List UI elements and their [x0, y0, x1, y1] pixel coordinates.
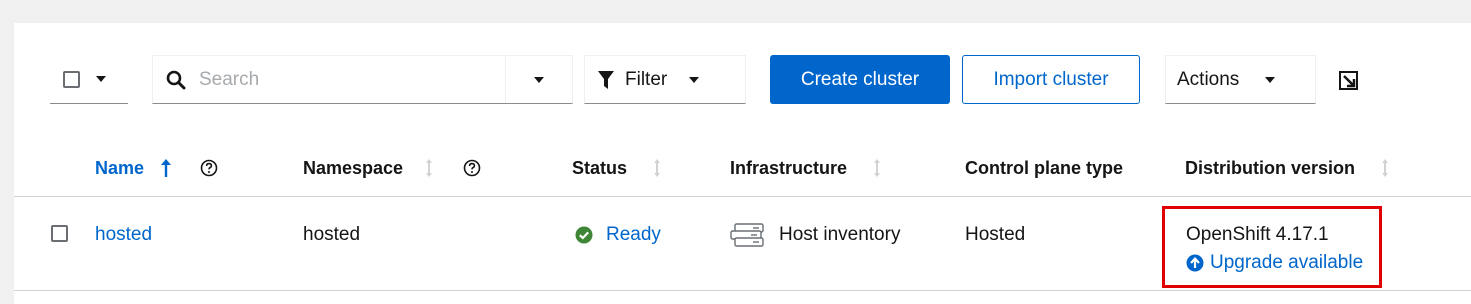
control-plane-type-value: Hosted: [965, 224, 1026, 245]
sort-icon[interactable]: [1379, 158, 1391, 178]
ready-check-icon: [575, 226, 593, 244]
search-icon: [166, 70, 186, 89]
column-label: Infrastructure: [730, 157, 848, 178]
help-icon[interactable]: [463, 159, 481, 177]
table-row-status[interactable]: Ready: [575, 223, 661, 247]
actions-dropdown[interactable]: Actions: [1165, 55, 1316, 104]
sort-icon[interactable]: [423, 158, 435, 178]
search-attribute-toggle[interactable]: [506, 56, 572, 103]
create-cluster-button[interactable]: Create cluster: [770, 55, 950, 104]
table-row-control-plane-type: Hosted: [965, 223, 1025, 247]
caret-down-icon: [96, 76, 106, 82]
caret-down-icon: [1265, 76, 1276, 83]
column-label: Status: [572, 157, 628, 178]
cluster-name-link[interactable]: hosted: [95, 224, 152, 246]
row-select-checkbox[interactable]: [51, 225, 68, 242]
bulk-select-checkbox[interactable]: [63, 70, 80, 88]
actions-label: Actions: [1177, 68, 1240, 90]
column-label: Control plane type: [965, 157, 1124, 178]
table-row-namespace: hosted: [303, 223, 360, 247]
search-box[interactable]: [153, 56, 506, 103]
status-ready-link[interactable]: Ready: [606, 224, 661, 246]
import-cluster-button[interactable]: Import cluster: [962, 55, 1140, 104]
table-row-infrastructure: Host inventory: [730, 223, 900, 247]
bulk-select-dropdown[interactable]: [50, 55, 128, 104]
column-label: Name: [95, 157, 145, 178]
caret-down-icon: [534, 76, 544, 83]
column-label: Distribution version: [1185, 157, 1356, 178]
search-input[interactable]: [199, 68, 489, 91]
table-row-name[interactable]: hosted: [95, 223, 152, 247]
column-header-name[interactable]: Name: [95, 156, 218, 180]
filter-dropdown[interactable]: Filter: [584, 55, 746, 104]
manage-columns-icon[interactable]: [1337, 69, 1363, 93]
column-header-status[interactable]: Status: [572, 156, 663, 180]
infrastructure-value: Host inventory: [779, 224, 901, 245]
highlight-box: [1162, 206, 1382, 288]
header-divider: [14, 196, 1471, 197]
column-header-distribution-version[interactable]: Distribution version: [1185, 156, 1391, 180]
filter-label: Filter: [625, 68, 668, 90]
row-divider: [14, 290, 1471, 291]
sort-asc-icon[interactable]: [160, 158, 172, 178]
clusters-table-panel: Filter Create cluster Import cluster Act…: [14, 23, 1471, 304]
column-label: Namespace: [303, 157, 404, 178]
caret-down-icon: [689, 76, 700, 83]
search-group: [152, 55, 573, 104]
column-header-namespace[interactable]: Namespace: [303, 156, 481, 180]
namespace-value: hosted: [303, 224, 361, 245]
sort-icon[interactable]: [651, 158, 663, 178]
help-icon[interactable]: [200, 159, 218, 177]
sort-icon[interactable]: [871, 158, 883, 178]
server-icon: [730, 223, 764, 247]
column-header-control-plane-type: Control plane type: [965, 156, 1123, 180]
filter-icon: [598, 70, 614, 89]
column-header-infrastructure[interactable]: Infrastructure: [730, 156, 883, 180]
